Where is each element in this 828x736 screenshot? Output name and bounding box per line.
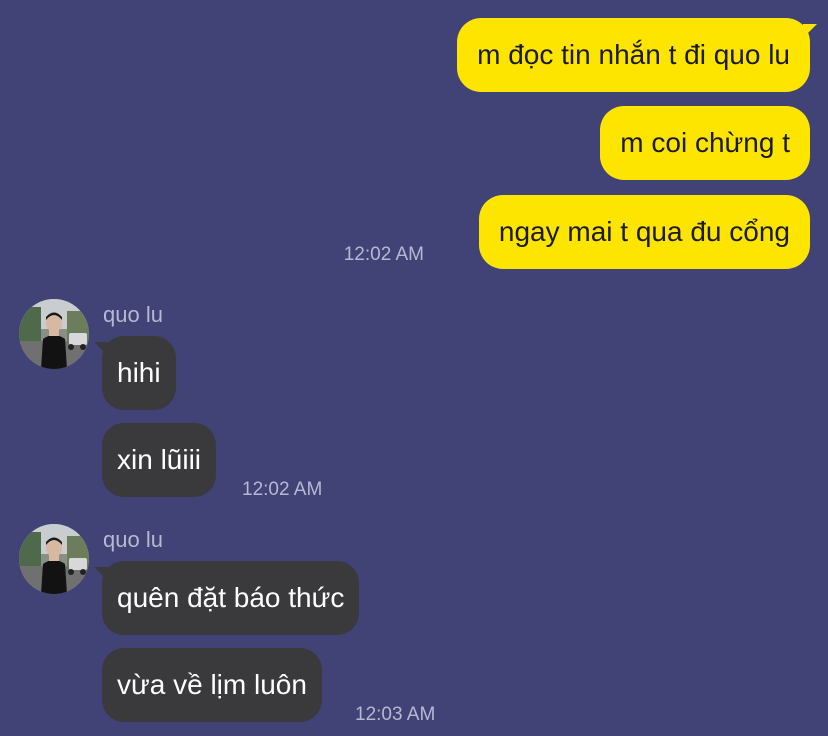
message-text: m đọc tin nhắn t đi quo lu	[477, 39, 790, 70]
message-timestamp: 12:03 AM	[355, 704, 436, 725]
outgoing-message[interactable]: ngay mai t qua đu cổng	[478, 195, 810, 269]
sender-avatar[interactable]	[19, 524, 89, 594]
message-text: m coi chừng t	[620, 127, 790, 158]
message-text: quên đặt báo thức	[117, 582, 345, 613]
incoming-message[interactable]: xin lũiii	[102, 423, 217, 497]
profile-photo-icon	[19, 299, 89, 369]
message-text: hihi	[117, 357, 161, 388]
sender-name: quo lu	[103, 527, 163, 552]
sender-avatar[interactable]	[19, 299, 89, 369]
incoming-message[interactable]: vừa về lịm luôn	[102, 648, 322, 722]
chat-thread: m đọc tin nhắn t đi quo lu m coi chừng t…	[0, 0, 828, 736]
outgoing-message[interactable]: m coi chừng t	[600, 106, 810, 180]
message-timestamp: 12:02 AM	[242, 479, 323, 500]
bubble-tail	[94, 342, 108, 356]
bubble-tail	[803, 24, 817, 38]
message-text: xin lũiii	[117, 444, 202, 475]
profile-photo-icon	[19, 524, 89, 594]
message-timestamp: 12:02 AM	[343, 244, 424, 265]
incoming-message[interactable]: hihi	[94, 336, 176, 410]
message-text: ngay mai t qua đu cổng	[498, 216, 790, 247]
bubble-tail	[94, 567, 108, 581]
outgoing-message[interactable]: m đọc tin nhắn t đi quo lu	[457, 18, 817, 92]
message-text: vừa về lịm luôn	[117, 669, 307, 700]
sender-name: quo lu	[103, 302, 163, 327]
incoming-message[interactable]: quên đặt báo thức	[94, 561, 360, 635]
